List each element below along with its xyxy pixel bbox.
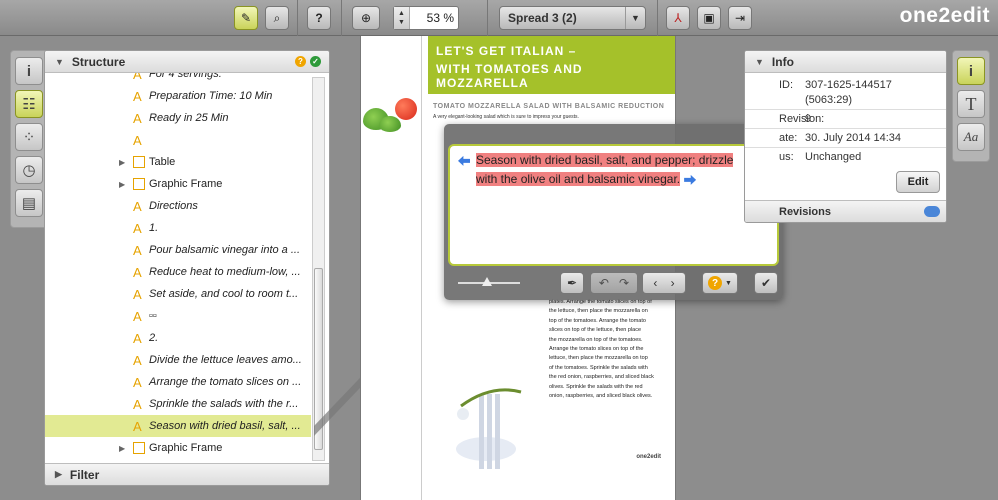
check-icon: ✔ <box>760 276 772 290</box>
body-text-line[interactable]: olives. Sprinkle the salads with the red <box>549 383 661 392</box>
info-icon: i <box>968 62 974 80</box>
edit-button[interactable]: Edit <box>896 171 940 193</box>
info-mode-button[interactable]: i <box>957 57 985 85</box>
id-value-2: (5063:29) <box>805 94 853 106</box>
body-text-line[interactable]: lettuce, then place the mozzarella on to… <box>549 354 661 363</box>
header-line-2: WITH TOMATOES AND MOZZARELLA <box>436 62 583 90</box>
recipe-subtitle[interactable]: A very elegant-looking salad which is su… <box>433 114 579 120</box>
text-tool-icon: T <box>965 93 977 114</box>
body-text-line[interactable]: of the tomatoes. Sprinkle the salads wit… <box>549 364 661 373</box>
body-text-line[interactable]: the lettuce, then place the mozzarella o… <box>549 307 661 316</box>
divider <box>745 147 946 148</box>
divider <box>745 128 946 129</box>
confirm-button[interactable]: ✔ <box>754 272 778 294</box>
character-styles-icon: Aa <box>963 129 979 144</box>
revisions-toggle-icon[interactable] <box>924 206 940 217</box>
body-text-line[interactable]: Arrange the tomato slices on top of the <box>549 345 661 354</box>
editor-text[interactable]: Season with dried basil, salt, and peppe… <box>456 151 771 189</box>
editor-text-area[interactable]: Season with dried basil, salt, and peppe… <box>448 144 779 266</box>
id-value: 307-1625-144517 <box>805 79 892 91</box>
inline-text-editor[interactable]: × Season with dried basil, salt, and pep… <box>444 124 783 300</box>
arrow-right-icon[interactable] <box>684 174 697 185</box>
recipe-body-column[interactable]: plates. Arrange the tomato slices on top… <box>549 298 661 401</box>
chevron-left-icon[interactable]: ‹ <box>653 276 657 290</box>
header-line-1: LET'S GET ITALIAN – <box>436 44 577 58</box>
editor-toolbar: ✒ ↶ ↷ ‹ › ? ▼ ✔ <box>444 272 783 296</box>
editor-text-line-1[interactable]: Season with dried basil, salt, and peppe… <box>476 153 734 167</box>
text-size-slider[interactable] <box>458 277 520 286</box>
recipe-title[interactable]: Tomato Mozzarella Salad with Balsamic Re… <box>433 103 664 110</box>
body-text-line[interactable]: the mozzarella on top of the tomatoes. <box>549 336 661 345</box>
id-label: ID: <box>779 79 794 91</box>
body-text-line[interactable]: onion, raspberries, and sliced black oli… <box>549 392 661 401</box>
revisions-bar[interactable]: Revisions <box>745 200 946 222</box>
date-value: 30. July 2014 14:34 <box>805 132 902 144</box>
redo-icon[interactable]: ↷ <box>619 276 629 290</box>
eyedropper-icon: ✒ <box>566 276 578 290</box>
revisions-label: Revisions <box>779 205 831 218</box>
help-dropdown-button[interactable]: ? ▼ <box>702 272 738 294</box>
fork-image <box>456 388 522 469</box>
info-panel-header[interactable]: ▼ Info <box>745 51 946 73</box>
body-text-line[interactable]: the red onion, raspberries, and sliced b… <box>549 373 661 382</box>
divider <box>745 109 946 110</box>
revision-value: 9 <box>805 113 812 125</box>
chevron-right-icon[interactable]: › <box>671 276 675 290</box>
editor-text-line-2[interactable]: with the olive oil and balsamic vinegar. <box>476 172 681 186</box>
tomato-image <box>395 98 417 120</box>
page-logo: one2edit <box>636 454 661 460</box>
eyedropper-button[interactable]: ✒ <box>560 272 584 294</box>
text-mode-button[interactable]: T <box>957 90 985 118</box>
status-label: us: <box>779 151 794 163</box>
arrow-left-icon[interactable] <box>458 155 470 166</box>
styles-mode-button[interactable]: Aa <box>957 123 985 151</box>
info-panel: ▼ Info ID: 307-1625-144517 (5063:29) Rev… <box>744 50 947 223</box>
page-header-banner[interactable]: LET'S GET ITALIAN – WITH TOMATOES AND MO… <box>428 36 675 94</box>
status-value: Unchanged <box>805 151 862 163</box>
undo-redo-group[interactable]: ↶ ↷ <box>590 272 638 294</box>
body-text-line[interactable]: slices on top of the lettuce, then place <box>549 326 661 335</box>
slider-thumb[interactable] <box>482 277 492 286</box>
chevron-down-icon: ▼ <box>725 279 732 287</box>
prev-next-group[interactable]: ‹ › <box>642 272 686 294</box>
revision-label: Revision: <box>779 113 825 125</box>
help-icon: ? <box>708 276 723 290</box>
info-title: Info <box>771 54 794 69</box>
body-text-line[interactable]: top of the tomatoes. Arrange the tomato <box>549 317 661 326</box>
undo-icon[interactable]: ↶ <box>599 276 609 290</box>
collapse-triangle-icon[interactable]: ▼ <box>755 57 764 67</box>
right-tool-rail: i T Aa <box>952 50 990 162</box>
basil-image <box>379 116 401 132</box>
page-guide-line <box>421 36 422 500</box>
date-label: ate: <box>779 132 798 144</box>
